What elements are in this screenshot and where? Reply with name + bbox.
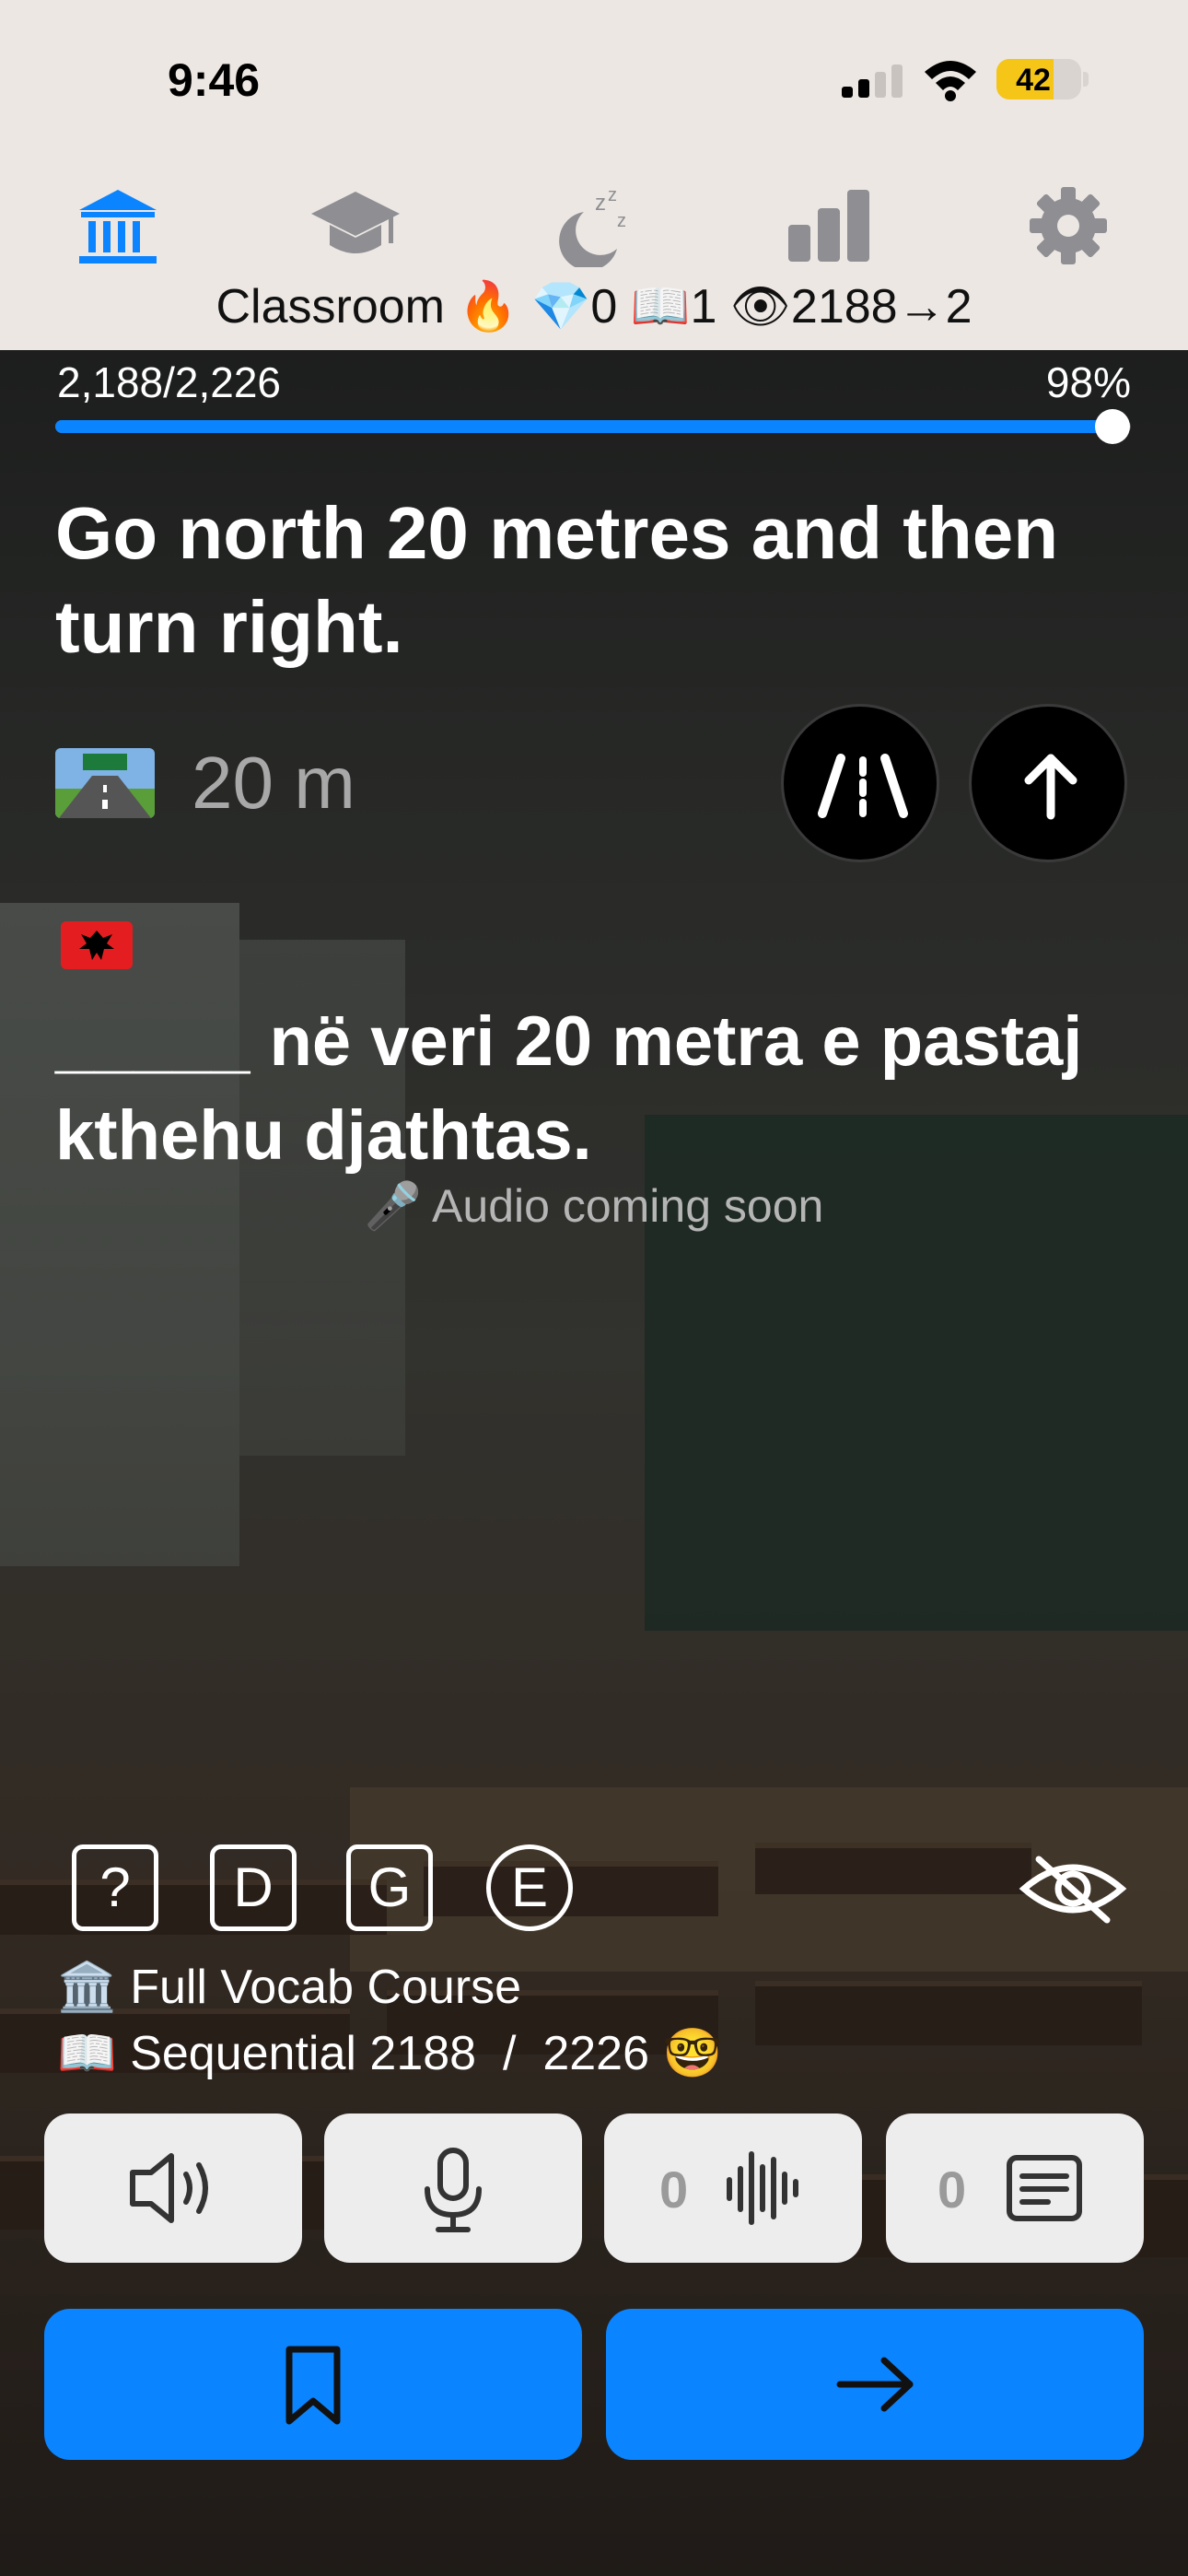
answer-blank[interactable]: _____ (55, 1002, 250, 1081)
svg-text:z: z (595, 191, 606, 216)
arrow-right-icon (836, 2357, 914, 2412)
streak-icon: 🔥 (458, 280, 518, 334)
microphone-icon (425, 2148, 482, 2232)
progress-count: 2,188/2,226 (57, 358, 282, 406)
notes-icon (1007, 2155, 1082, 2221)
waveform-icon (727, 2151, 798, 2225)
book-count: 1 (690, 280, 717, 334)
next-button[interactable] (606, 2309, 1144, 2460)
hint-e-button[interactable]: E (486, 1844, 573, 1931)
progress-percent: 98% (1045, 358, 1131, 406)
sequential-progress: 📖 Sequential 2188 / 2226 🤓 (57, 2027, 723, 2080)
view-count: 2188→2 (790, 280, 973, 334)
recordings-button[interactable]: 0 (604, 2113, 862, 2263)
wifi-icon (925, 61, 976, 101)
sleep-icon[interactable]: z z z (547, 184, 639, 267)
distance-label: 20 m (192, 742, 355, 824)
direction-up-button[interactable] (969, 704, 1127, 862)
course-name: 🏛️ Full Vocab Course (57, 1961, 522, 2014)
classroom-tab-icon[interactable] (72, 184, 164, 267)
distance-row: 20 m (55, 737, 355, 829)
hint-question-button[interactable]: ? (72, 1844, 158, 1931)
stats-icon[interactable] (785, 184, 877, 267)
arrow-up-icon (1024, 754, 1077, 820)
road-lanes-button[interactable] (781, 704, 939, 862)
speaker-button[interactable] (44, 2113, 302, 2263)
svg-text:z: z (617, 211, 626, 231)
hint-g-button[interactable]: G (346, 1844, 433, 1931)
notes-button[interactable]: 0 (886, 2113, 1144, 2263)
speaker-icon (130, 2153, 208, 2223)
eye-slash-icon[interactable] (1019, 1852, 1127, 1926)
road-lanes-icon (818, 754, 908, 818)
audio-coming-soon: 🎤 Audio coming soon (364, 1180, 824, 1232)
microphone-button[interactable] (324, 2113, 582, 2263)
progress-fill (55, 420, 1113, 433)
svg-text:z: z (608, 185, 617, 205)
nav-title: Classroom 🔥 💎0 📖1 👁2188→2 (0, 278, 1188, 334)
gem-count: 0 (590, 280, 618, 334)
progress-bar (55, 409, 1131, 444)
status-time: 9:46 (168, 54, 261, 106)
bookmark-button[interactable] (44, 2309, 582, 2460)
progress-knob[interactable] (1095, 409, 1131, 444)
english-sentence: Go north 20 metres and then turn right. (55, 492, 1059, 668)
motorway-icon (55, 748, 155, 818)
albania-flag-icon (61, 921, 133, 969)
graduation-cap-icon[interactable] (309, 184, 402, 267)
top-bar: 9:46 42 z z z Classroom 🔥 💎0 📖1 👁2188→2 (0, 0, 1188, 350)
cellular-signal-icon (842, 64, 903, 98)
bookmark-icon (285, 2346, 341, 2425)
albanian-sentence: _____ në veri 20 metra e pastaj kthehu d… (55, 995, 1133, 1183)
eye-icon: 👁 (729, 280, 791, 334)
nav-title-name: Classroom (215, 280, 445, 334)
gear-icon[interactable] (1022, 184, 1114, 267)
book-icon: 📖 (630, 280, 691, 334)
gem-icon: 💎 (530, 280, 591, 334)
hint-d-button[interactable]: D (210, 1844, 297, 1931)
battery-indicator: 42 (996, 59, 1089, 100)
